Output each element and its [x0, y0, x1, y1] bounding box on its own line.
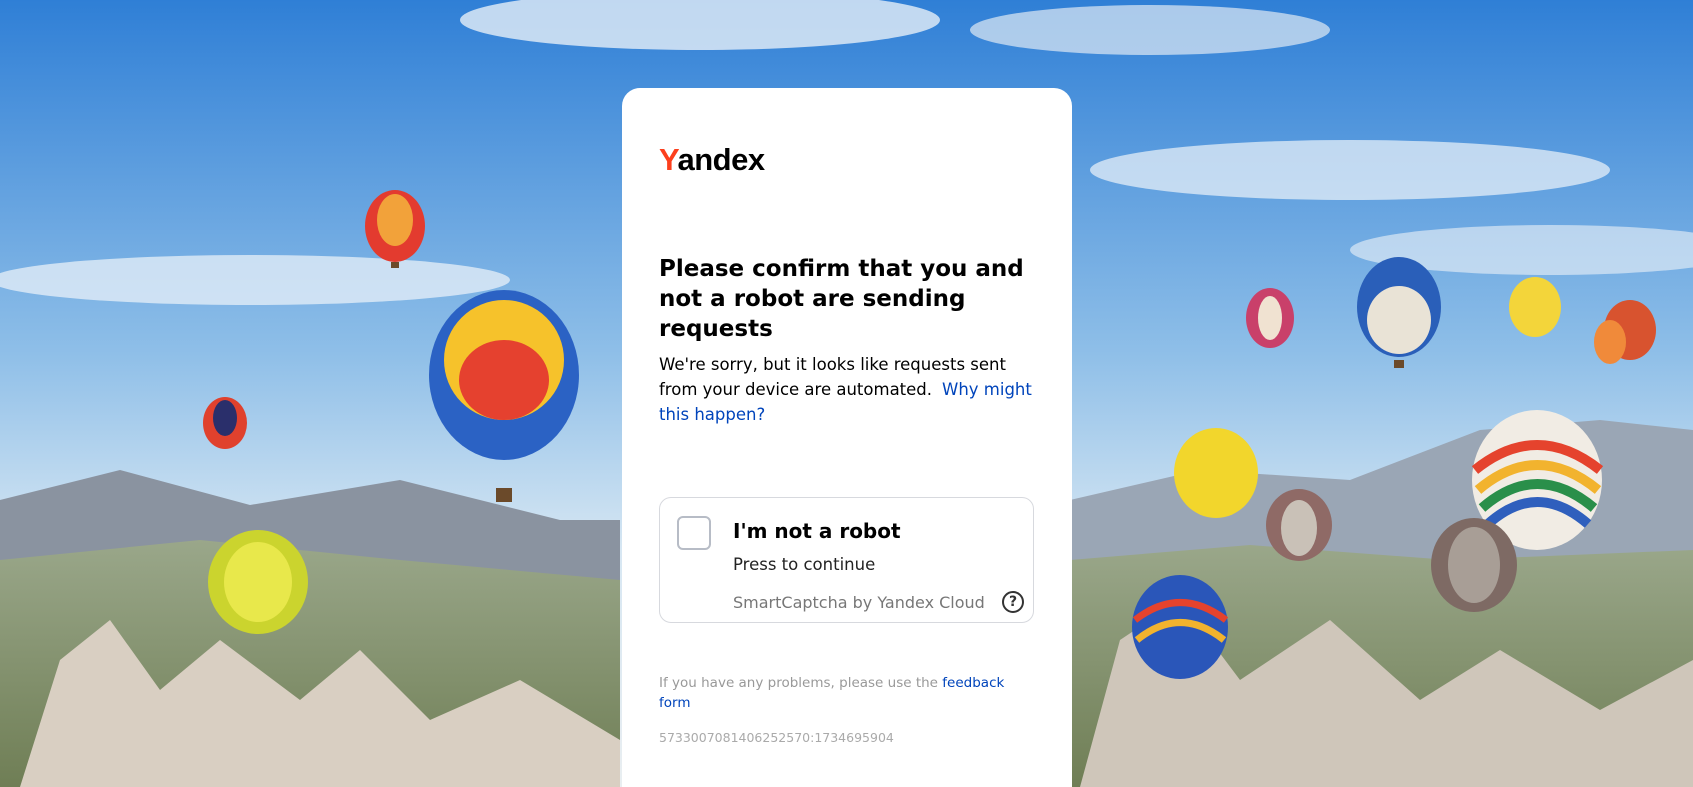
smartcaptcha-widget[interactable]: I'm not a robot Press to continue SmartC…: [659, 497, 1034, 623]
captcha-brand: SmartCaptcha by Yandex Cloud: [733, 593, 985, 612]
captcha-subtitle: Press to continue: [733, 555, 876, 574]
request-id: 5733007081406252570:1734695904: [659, 730, 894, 745]
captcha-title: I'm not a robot: [733, 519, 901, 543]
logo-rest: andex: [677, 142, 765, 177]
not-robot-checkbox[interactable]: [677, 516, 711, 550]
description: We're sorry, but it looks like requests …: [659, 352, 1039, 427]
captcha-card: Yandex Please confirm that you and not a…: [622, 88, 1072, 787]
yandex-logo[interactable]: Yandex: [659, 144, 765, 175]
page-title: Please confirm that you and not a robot …: [659, 256, 1024, 342]
footer-text: If you have any problems, please use the: [659, 675, 938, 691]
logo-first-letter: Y: [659, 142, 678, 177]
captcha-page: Yandex Please confirm that you and not a…: [0, 0, 1693, 787]
footer-note: If you have any problems, please use the…: [659, 673, 1019, 713]
help-icon[interactable]: ?: [1002, 591, 1024, 613]
